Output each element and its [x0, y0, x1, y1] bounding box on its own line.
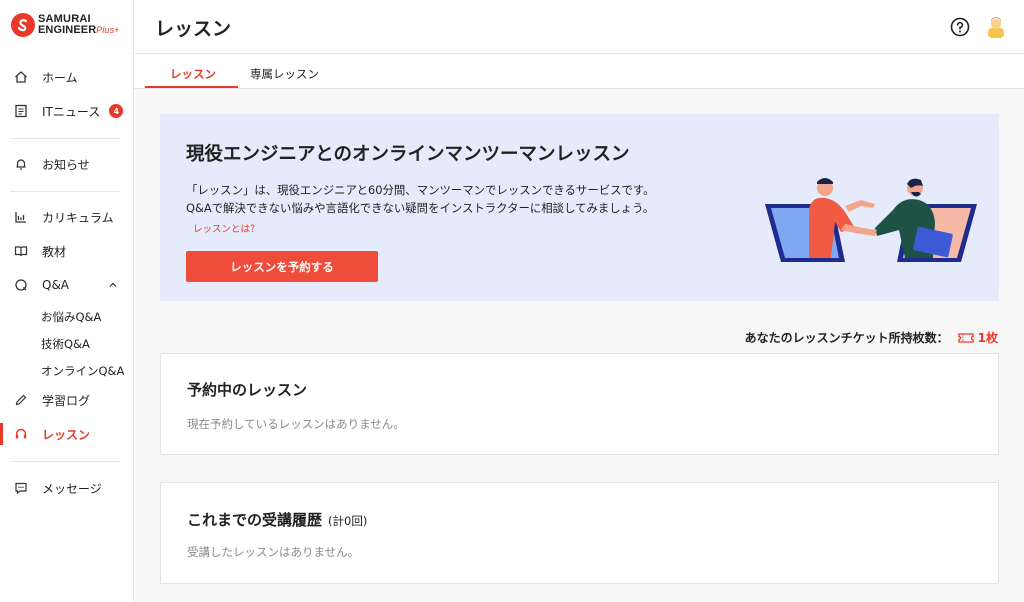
notification-badge: 4: [109, 104, 124, 118]
sidebar-subitem-tech-qa[interactable]: 技術Q&A: [41, 336, 90, 352]
brand-suffix: Plus+: [96, 25, 120, 35]
ticket-label: あなたのレッスンチケット所持枚数：: [744, 331, 949, 345]
sidebar-item-notifications[interactable]: お知らせ: [0, 149, 134, 179]
sidebar-item-label: ITニュース: [42, 104, 101, 119]
bell-icon: [14, 157, 28, 171]
sidebar-item-label: レッスン: [42, 427, 91, 442]
sidebar-item-materials[interactable]: 教材: [0, 236, 134, 266]
sidebar-item-label: Q&A: [42, 278, 70, 292]
sidebar-item-lessons[interactable]: レッスン: [0, 419, 134, 449]
ticket-count: 1枚: [977, 331, 998, 345]
avatar[interactable]: [986, 16, 1006, 38]
book-lesson-button[interactable]: レッスンを予約する: [186, 251, 378, 282]
sidebar-item-messages[interactable]: メッセージ: [0, 473, 134, 503]
sidebar-item-label: ホーム: [42, 70, 78, 85]
divider: [10, 191, 120, 192]
sidebar-item-qa[interactable]: Q&A: [0, 270, 134, 300]
book-icon: [14, 244, 28, 258]
ticket-icon: [957, 332, 974, 343]
help-icon[interactable]: [950, 17, 970, 37]
chart-icon: [14, 210, 28, 224]
hero-description: 「レッスン」は、現役エンジニアと60分間、マンツーマンでレッスンできるサービスで…: [186, 181, 746, 217]
sidebar-item-label: お知らせ: [42, 157, 90, 172]
chat-icon: [14, 481, 28, 495]
about-lessons-link[interactable]: レッスンとは？: [193, 221, 260, 235]
page-title: レッスン: [155, 18, 232, 40]
newspaper-icon: [14, 104, 28, 118]
sidebar-subitem-worries-qa[interactable]: お悩みQ&A: [41, 309, 101, 325]
sidebar-item-label: 学習ログ: [42, 393, 91, 408]
handshake-illustration: [765, 178, 977, 262]
home-icon: [14, 70, 28, 84]
divider: [10, 461, 120, 462]
sidebar-item-it-news[interactable]: ITニュース 4: [0, 96, 134, 126]
active-tab-indicator: [145, 86, 238, 88]
booked-lessons-empty-message: 現在予約しているレッスンはありません。: [187, 417, 405, 431]
lesson-history-empty-message: 受講したレッスンはありません。: [187, 545, 360, 559]
sidebar-item-curriculum[interactable]: カリキュラム: [0, 202, 134, 232]
page-header: レッスン: [134, 0, 1024, 54]
brand-logo[interactable]: SAMURAI ENGINEERPlus+: [11, 13, 120, 37]
booked-lessons-title: 予約中のレッスン: [187, 381, 308, 399]
ticket-count-row: あなたのレッスンチケット所持枚数： 1枚: [745, 329, 998, 346]
sidebar-item-label: 教材: [42, 244, 67, 259]
brand-line2: ENGINEER: [38, 24, 97, 36]
lesson-history-count: (計0回): [328, 514, 368, 528]
lesson-history-title-text: これまでの受講履歴: [187, 511, 323, 529]
hero-description-line: 「レッスン」は、現役エンジニアと60分間、マンツーマンでレッスンできるサービスで…: [186, 183, 655, 197]
booked-lessons-card: 予約中のレッスン 現在予約しているレッスンはありません。: [160, 353, 999, 455]
tab-bar: レッスン 専属レッスン: [134, 54, 1024, 89]
divider: [10, 138, 120, 139]
sidebar-item-label: カリキュラム: [42, 210, 114, 225]
sidebar-item-label: メッセージ: [42, 481, 102, 496]
sidebar-item-home[interactable]: ホーム: [0, 62, 134, 92]
sidebar: SAMURAI ENGINEERPlus+ ホーム ITニュース 4 お知らせ …: [0, 0, 134, 602]
tab-lessons[interactable]: レッスン: [170, 66, 216, 82]
tab-dedicated-lessons[interactable]: 専属レッスン: [250, 66, 319, 82]
pencil-icon: [14, 393, 28, 407]
sidebar-item-study-log[interactable]: 学習ログ: [0, 385, 134, 415]
lesson-history-card: これまでの受講履歴 (計0回) 受講したレッスンはありません。: [160, 482, 999, 584]
question-circle-icon: [14, 278, 28, 292]
lesson-history-title: これまでの受講履歴 (計0回): [187, 509, 367, 530]
hero-banner: 現役エンジニアとのオンラインマンツーマンレッスン 「レッスン」は、現役エンジニア…: [160, 114, 999, 301]
chevron-up-icon[interactable]: [108, 279, 118, 293]
hero-title: 現役エンジニアとのオンラインマンツーマンレッスン: [186, 144, 630, 165]
headset-icon: [14, 427, 28, 441]
samurai-logo-icon: [11, 13, 35, 37]
hero-description-line: Q&Aで解決できない悩みや言語化できない疑問をインストラクターに相談してみましょ…: [186, 201, 655, 215]
sidebar-subitem-online-qa[interactable]: オンラインQ&A: [41, 363, 124, 379]
